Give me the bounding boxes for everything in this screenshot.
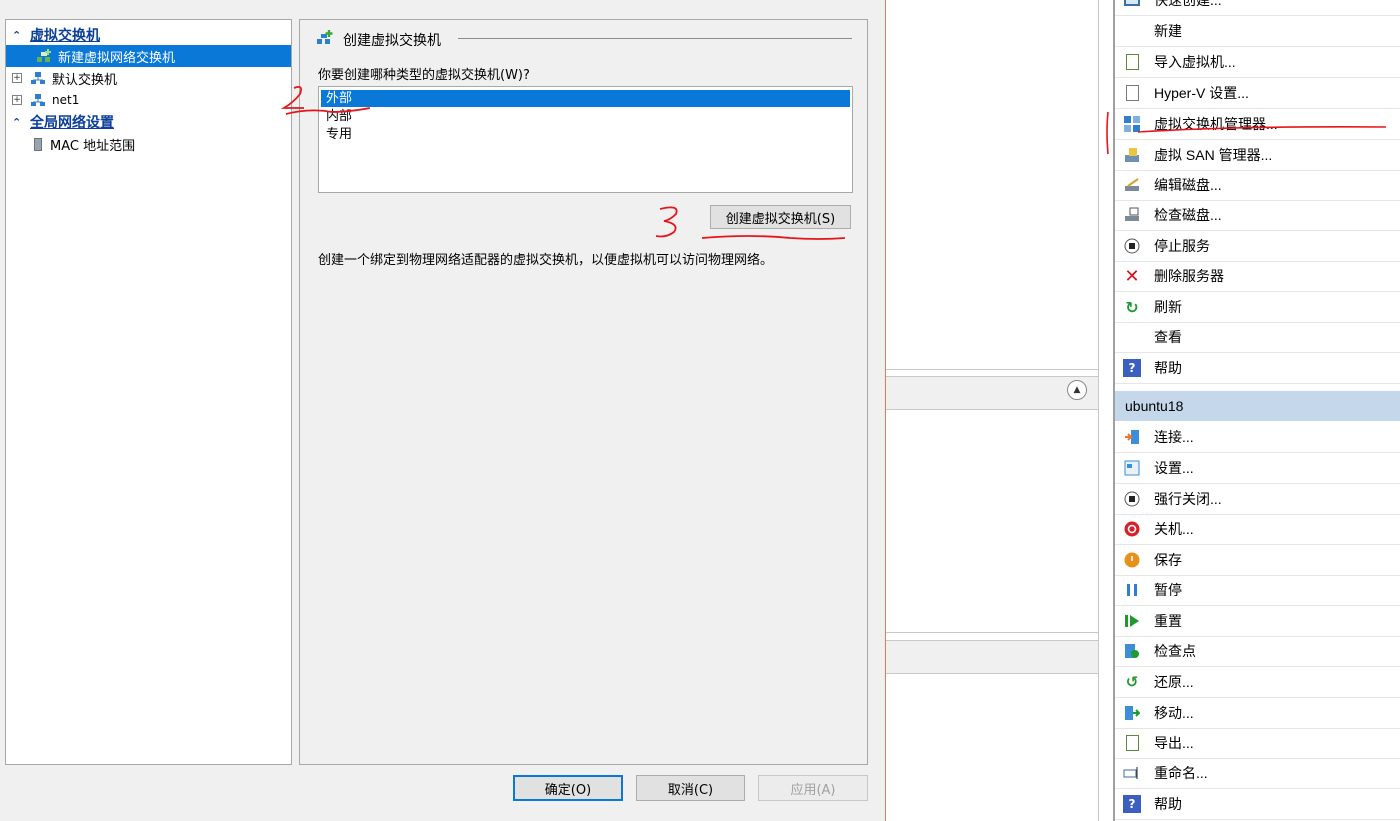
edit-disk-icon — [1123, 176, 1141, 194]
action-new[interactable]: 新建 — [1115, 16, 1400, 47]
revert-icon: ↺ — [1125, 673, 1139, 691]
action-turn-off[interactable]: 强行关闭... — [1115, 484, 1400, 515]
switch-tree[interactable]: ⌃ 虚拟交换机 新建虚拟网络交换机 + 默认交换机 + net1 ⌃ 全局网络设… — [5, 19, 292, 765]
pane-divider — [886, 632, 1098, 633]
annotation-step3 — [655, 206, 846, 240]
settings-icon — [1123, 459, 1141, 477]
annotation-step2 — [280, 85, 371, 115]
pause-icon — [1123, 581, 1141, 599]
action-connect[interactable]: 连接... — [1115, 422, 1400, 453]
inspect-disk-icon — [1123, 206, 1141, 224]
stop-icon — [1123, 237, 1141, 255]
collapse-chevron-icon[interactable]: ⌃ — [12, 116, 26, 129]
save-icon — [1123, 551, 1141, 569]
action-checkpoint[interactable]: 检查点 — [1115, 636, 1400, 667]
shutdown-icon — [1123, 520, 1141, 538]
tree-section-virtual-switches[interactable]: ⌃ 虚拟交换机 — [6, 24, 291, 46]
collapse-chevron-icon[interactable]: ⌃ — [12, 29, 26, 42]
switch-type-list[interactable]: 外部 内部 专用 — [318, 86, 853, 193]
tree-item-mac-range[interactable]: MAC 地址范围 — [6, 133, 135, 155]
action-help[interactable]: ? 帮助 — [1115, 353, 1400, 384]
help-icon: ? — [1123, 359, 1141, 377]
connect-icon — [1123, 428, 1141, 446]
group-title: 创建虚拟交换机 — [343, 33, 441, 49]
checkpoint-icon — [1123, 642, 1141, 660]
tree-item-net1[interactable]: + net1 — [6, 89, 79, 111]
tree-section-global-network[interactable]: ⌃ 全局网络设置 — [6, 111, 291, 133]
annotation-marks — [1106, 111, 1387, 155]
monitor-icon — [1123, 0, 1141, 9]
action-vm-help[interactable]: ? 帮助 — [1115, 789, 1400, 820]
rename-icon — [1123, 764, 1141, 782]
tree-item-new-switch[interactable]: 新建虚拟网络交换机 — [6, 45, 291, 67]
vm-list-pane — [886, 0, 1098, 821]
network-adapter-icon — [34, 137, 42, 151]
pane-divider — [886, 369, 1098, 370]
action-move[interactable]: 移动... — [1115, 698, 1400, 729]
checkpoints-pane-header — [886, 376, 1098, 410]
reset-icon — [1123, 612, 1141, 630]
expand-icon[interactable]: + — [12, 95, 22, 105]
network-switch-add-icon — [316, 30, 334, 50]
switch-type-external[interactable]: 外部 — [321, 90, 850, 107]
group-divider — [458, 38, 852, 39]
refresh-icon: ↻ — [1125, 297, 1139, 317]
action-shutdown[interactable]: 关机... — [1115, 514, 1400, 545]
action-view[interactable]: 查看 — [1115, 322, 1400, 353]
action-quick-create[interactable]: 快速创建... — [1115, 0, 1400, 16]
action-stop-service[interactable]: 停止服务 — [1115, 231, 1400, 262]
vm-actions-header[interactable]: ubuntu18 — [1115, 391, 1400, 421]
action-rename[interactable]: 重命名... — [1115, 758, 1400, 789]
action-export[interactable]: 导出... — [1115, 728, 1400, 759]
help-icon: ? — [1123, 795, 1141, 813]
action-revert[interactable]: ↺ 还原... — [1115, 667, 1400, 698]
network-switch-icon — [30, 93, 46, 107]
import-icon — [1123, 53, 1141, 71]
turn-off-icon — [1123, 490, 1141, 508]
action-save[interactable]: 保存 — [1115, 545, 1400, 576]
delete-icon: ✕ — [1124, 265, 1140, 287]
action-inspect-disk[interactable]: 检查磁盘... — [1115, 200, 1400, 231]
move-icon — [1123, 704, 1141, 722]
switch-type-private[interactable]: 专用 — [321, 126, 850, 143]
action-edit-disk[interactable]: 编辑磁盘... — [1115, 170, 1400, 201]
ok-button[interactable]: 确定(O) — [513, 775, 623, 801]
tree-item-default-switch[interactable]: + 默认交换机 — [6, 67, 117, 89]
export-icon — [1123, 734, 1141, 752]
action-refresh[interactable]: ↻ 刷新 — [1115, 292, 1400, 323]
cancel-button[interactable]: 取消(C) — [636, 775, 745, 801]
action-vm-settings[interactable]: 设置... — [1115, 453, 1400, 484]
action-import-vm[interactable]: 导入虚拟机... — [1115, 47, 1400, 78]
network-switch-icon — [30, 71, 46, 85]
switch-type-description: 创建一个绑定到物理网络适配器的虚拟交换机，以便虚拟机可以访问物理网络。 — [318, 253, 774, 268]
action-pause[interactable]: 暂停 — [1115, 575, 1400, 606]
details-pane-header — [886, 640, 1098, 674]
expand-icon[interactable]: + — [12, 73, 22, 83]
action-reset[interactable]: 重置 — [1115, 606, 1400, 637]
switch-type-internal[interactable]: 内部 — [321, 108, 850, 125]
network-switch-add-icon — [36, 49, 52, 63]
apply-button[interactable]: 应用(A) — [758, 775, 868, 801]
collapse-icon[interactable]: ▲ — [1067, 380, 1087, 400]
action-remove-server[interactable]: ✕ 删除服务器 — [1115, 261, 1400, 292]
